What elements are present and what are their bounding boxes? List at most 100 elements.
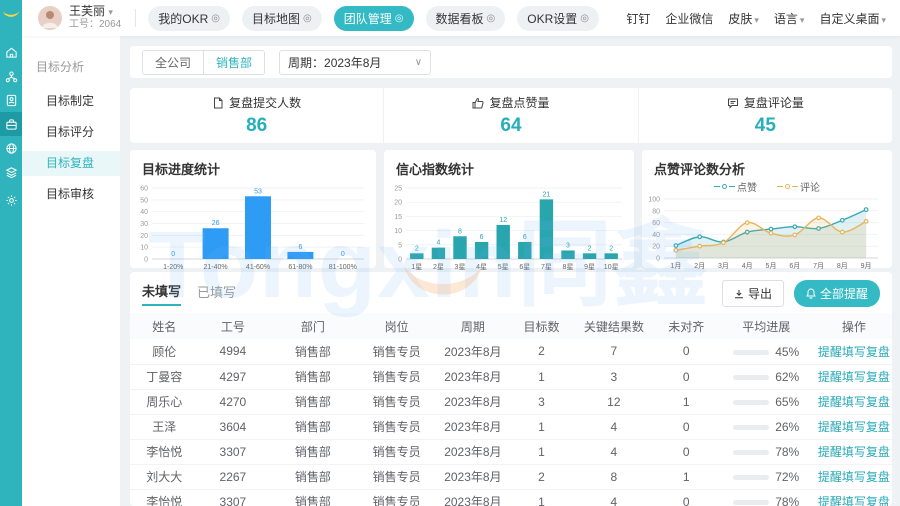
- stat-label: 复盘提交人数: [229, 94, 301, 111]
- svg-text:6: 6: [480, 234, 484, 241]
- table-cell: 1: [511, 489, 572, 506]
- svg-text:0: 0: [171, 251, 175, 258]
- table-cell: 销售专员: [359, 414, 435, 439]
- download-icon: [734, 289, 744, 299]
- remind-fill-review-link[interactable]: 提醒填写复盘: [818, 470, 890, 484]
- tab-goal-map[interactable]: 目标地图◎: [242, 6, 322, 31]
- menu-wecom[interactable]: 企业微信: [665, 10, 713, 27]
- remind-fill-review-link[interactable]: 提醒填写复盘: [818, 370, 890, 384]
- globe-icon[interactable]: [0, 136, 22, 160]
- briefcase-icon[interactable]: [0, 112, 22, 136]
- table-cell: 4297: [199, 364, 268, 389]
- table-cell: 4: [572, 439, 656, 464]
- export-label: 导出: [748, 285, 772, 302]
- progress-cell: 62%: [717, 364, 816, 389]
- progress-value: 72%: [775, 470, 799, 484]
- stats-summary: 复盘提交人数 86 复盘点赞量 64 复盘评论量 45: [130, 88, 892, 143]
- tab-team-management[interactable]: 团队管理◎: [334, 6, 414, 31]
- table-cell: 2023年8月: [435, 414, 511, 439]
- tab-my-okr[interactable]: 我的OKR◎: [148, 6, 230, 31]
- table-cell: 王泽: [130, 414, 199, 439]
- svg-text:21-40%: 21-40%: [204, 264, 228, 271]
- filter-bar: 全公司 销售部 周期：2023年8月 ∨: [130, 46, 892, 78]
- legend-comments[interactable]: 评论: [777, 179, 820, 194]
- svg-text:7月: 7月: [813, 262, 824, 270]
- remind-all-button[interactable]: 全部提醒: [794, 280, 880, 307]
- remind-fill-review-link[interactable]: 提醒填写复盘: [818, 495, 890, 506]
- sidebar-item-goal-audit[interactable]: 目标审核: [22, 182, 120, 207]
- table-header-bar: 未填写 已填写 导出 全部提醒: [130, 272, 892, 313]
- svg-text:9星: 9星: [584, 263, 595, 271]
- home-icon[interactable]: [0, 40, 22, 64]
- svg-text:2月: 2月: [694, 262, 705, 270]
- svg-text:5: 5: [398, 242, 402, 249]
- table-row: 顾伦4994销售部销售专员2023年8月27045%提醒填写复盘: [130, 339, 892, 364]
- table-cell: 7: [572, 339, 656, 364]
- svg-text:0: 0: [656, 256, 660, 263]
- stat-value: 86: [246, 115, 267, 137]
- remind-fill-review-link[interactable]: 提醒填写复盘: [818, 345, 890, 359]
- tab-filled[interactable]: 已填写: [197, 282, 236, 305]
- tab-label: 目标地图: [252, 10, 300, 27]
- action-cell: 提醒填写复盘: [816, 364, 892, 389]
- action-cell: 提醒填写复盘: [816, 439, 892, 464]
- table-body: 顾伦4994销售部销售专员2023年8月27045%提醒填写复盘丁曼容4297销…: [130, 339, 892, 506]
- svg-text:20: 20: [394, 200, 402, 207]
- column-header: 岗位: [359, 313, 435, 339]
- progress-bar: [733, 500, 769, 505]
- remind-fill-review-link[interactable]: 提醒填写复盘: [818, 395, 890, 409]
- table-cell: 销售部: [267, 364, 358, 389]
- svg-text:4月: 4月: [742, 262, 753, 270]
- org-tab-all-company[interactable]: 全公司: [143, 51, 203, 74]
- gear-icon[interactable]: [0, 188, 22, 212]
- table-cell: 丁曼容: [130, 364, 199, 389]
- legend-likes[interactable]: 点赞: [714, 179, 757, 194]
- svg-text:100: 100: [648, 197, 660, 204]
- avatar[interactable]: [38, 6, 62, 30]
- menu-language[interactable]: 语言▾: [774, 10, 805, 27]
- column-header: 目标数: [511, 313, 572, 339]
- menu-dingtalk[interactable]: 钉钉: [626, 10, 650, 27]
- svg-text:2: 2: [609, 245, 613, 252]
- legend-label: 点赞: [737, 179, 757, 194]
- table-cell: 李怡悦: [130, 439, 199, 464]
- tab-data-board[interactable]: 数据看板◎: [426, 6, 506, 31]
- tab-okr-settings[interactable]: OKR设置◎: [517, 6, 599, 31]
- table-cell: 2023年8月: [435, 364, 511, 389]
- menu-skin[interactable]: 皮肤▾: [728, 10, 759, 27]
- confidence-bar-chart: 051015202521星42星83星64星125星66星217星38星29星2…: [384, 178, 628, 272]
- sidebar-item-goal-review[interactable]: 目标复盘: [22, 151, 120, 176]
- period-select[interactable]: 周期：2023年8月 ∨: [279, 50, 431, 75]
- export-button[interactable]: 导出: [722, 280, 784, 307]
- table-cell: 2: [511, 464, 572, 489]
- target-ring-icon: ◎: [487, 13, 496, 24]
- svg-text:3星: 3星: [455, 263, 466, 271]
- org-chart-icon[interactable]: [0, 64, 22, 88]
- table-cell: 销售专员: [359, 389, 435, 414]
- progress-bar: [733, 425, 769, 430]
- progress-value: 78%: [775, 445, 799, 459]
- progress-cell: 65%: [717, 389, 816, 414]
- table-cell: 3307: [199, 489, 268, 506]
- layers-icon[interactable]: [0, 160, 22, 184]
- menu-label: 自定义桌面: [819, 12, 879, 26]
- sidebar-item-goal-setting[interactable]: 目标制定: [22, 89, 120, 114]
- table-cell: 刘大大: [130, 464, 199, 489]
- svg-text:21: 21: [543, 191, 551, 198]
- table-cell: 4: [572, 489, 656, 506]
- sidebar-item-goal-scoring[interactable]: 目标评分: [22, 120, 120, 145]
- org-tab-sales-dept[interactable]: 销售部: [203, 51, 264, 74]
- remind-fill-review-link[interactable]: 提醒填写复盘: [818, 420, 890, 434]
- column-header: 操作: [816, 313, 892, 339]
- svg-text:61-80%: 61-80%: [288, 264, 312, 271]
- progress-value: 26%: [775, 420, 799, 434]
- document-user-icon[interactable]: [0, 88, 22, 112]
- user-block[interactable]: 王芙丽 ▾ 工号：2064: [69, 5, 121, 30]
- progress-bar: [733, 375, 769, 380]
- menu-custom-desktop[interactable]: 自定义桌面▾: [819, 10, 886, 27]
- svg-text:26: 26: [212, 220, 220, 227]
- table-cell: 1: [656, 464, 717, 489]
- svg-text:4星: 4星: [476, 263, 487, 271]
- remind-fill-review-link[interactable]: 提醒填写复盘: [818, 445, 890, 459]
- tab-not-filled[interactable]: 未填写: [142, 281, 181, 306]
